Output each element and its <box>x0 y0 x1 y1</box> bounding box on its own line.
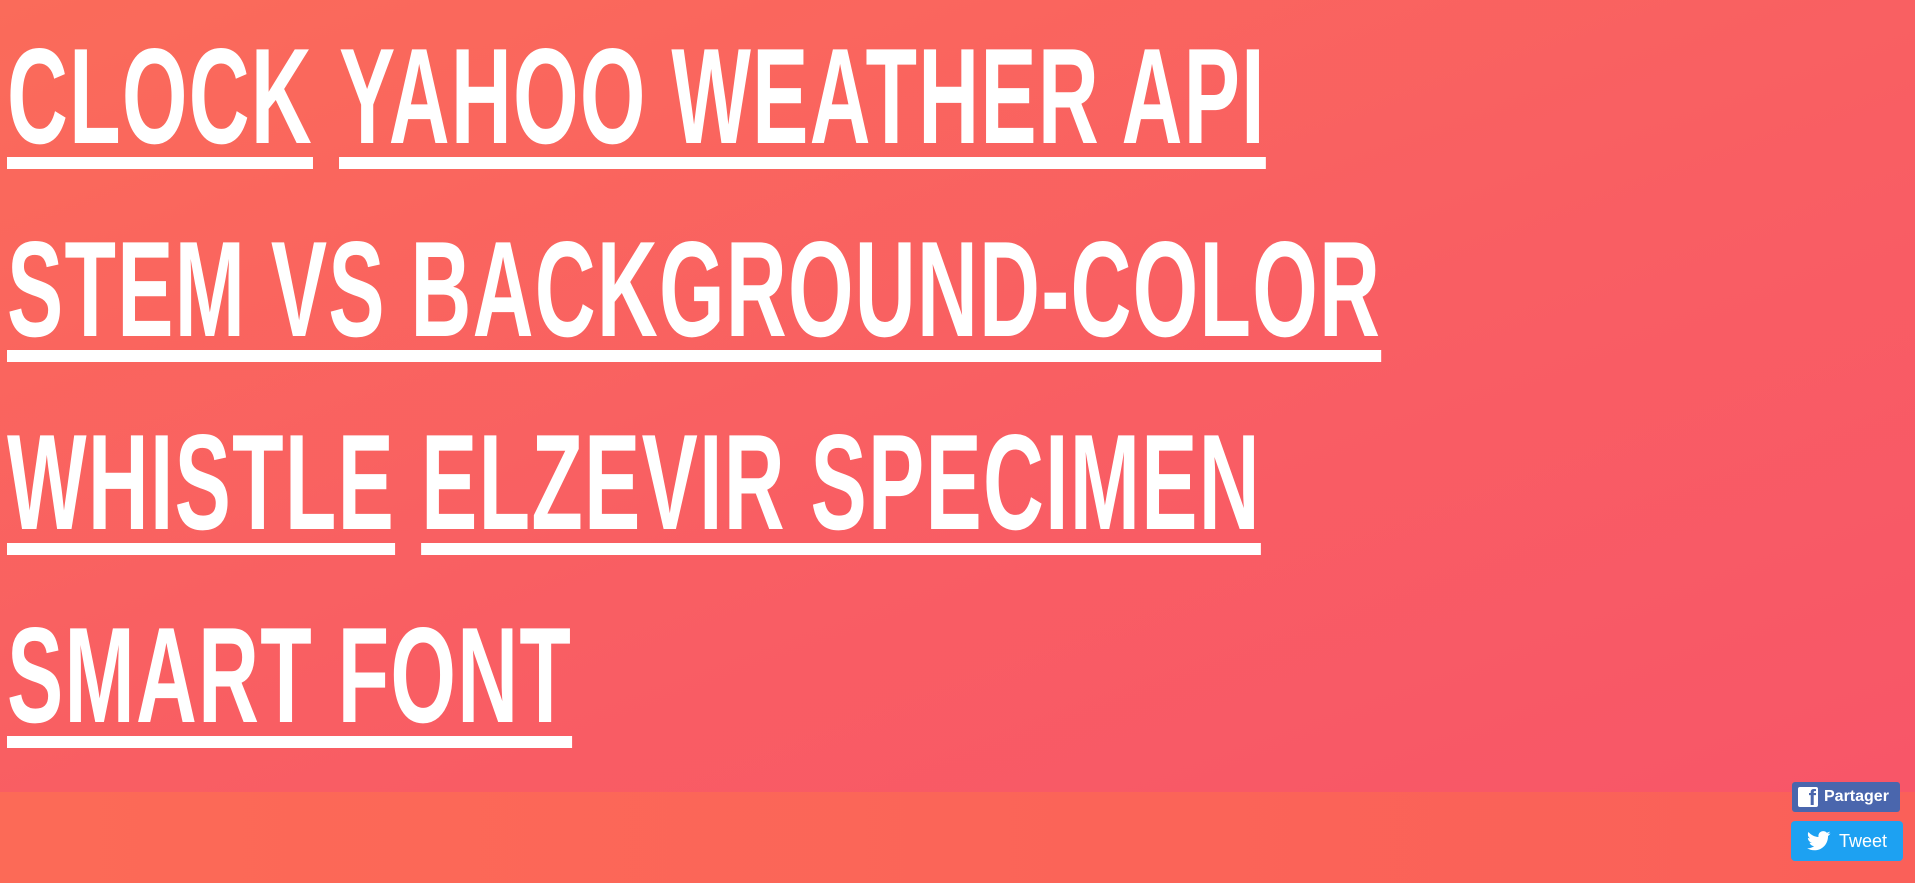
facebook-share-button[interactable]: Partager <box>1792 782 1900 812</box>
link-row-2: STEM VS BACKGROUND-COLOR <box>7 193 1380 386</box>
tweet-button[interactable]: Tweet <box>1791 821 1903 861</box>
link-list: CLOCK YAHOO WEATHER API STEM VS BACKGROUN… <box>7 0 1907 772</box>
link-yahoo-weather-api[interactable]: YAHOO WEATHER API <box>339 20 1266 172</box>
link-row-3: WHISTLE ELZEVIR SPECIMEN <box>7 386 1260 579</box>
link-smart-font[interactable]: SMART FONT <box>7 599 572 751</box>
link-row-1: CLOCK YAHOO WEATHER API <box>7 0 1265 193</box>
link-clock[interactable]: CLOCK <box>7 20 313 172</box>
facebook-icon <box>1798 787 1818 807</box>
twitter-icon <box>1807 831 1831 851</box>
footer-strip <box>0 792 1915 883</box>
link-whistle[interactable]: WHISTLE <box>7 406 395 558</box>
link-row-4: SMART FONT <box>7 579 1185 772</box>
link-stem-vs-background-color[interactable]: STEM VS BACKGROUND-COLOR <box>7 213 1381 365</box>
tweet-label: Tweet <box>1839 830 1888 851</box>
link-elzevir-specimen[interactable]: ELZEVIR SPECIMEN <box>421 406 1261 558</box>
facebook-share-label: Partager <box>1824 788 1889 805</box>
